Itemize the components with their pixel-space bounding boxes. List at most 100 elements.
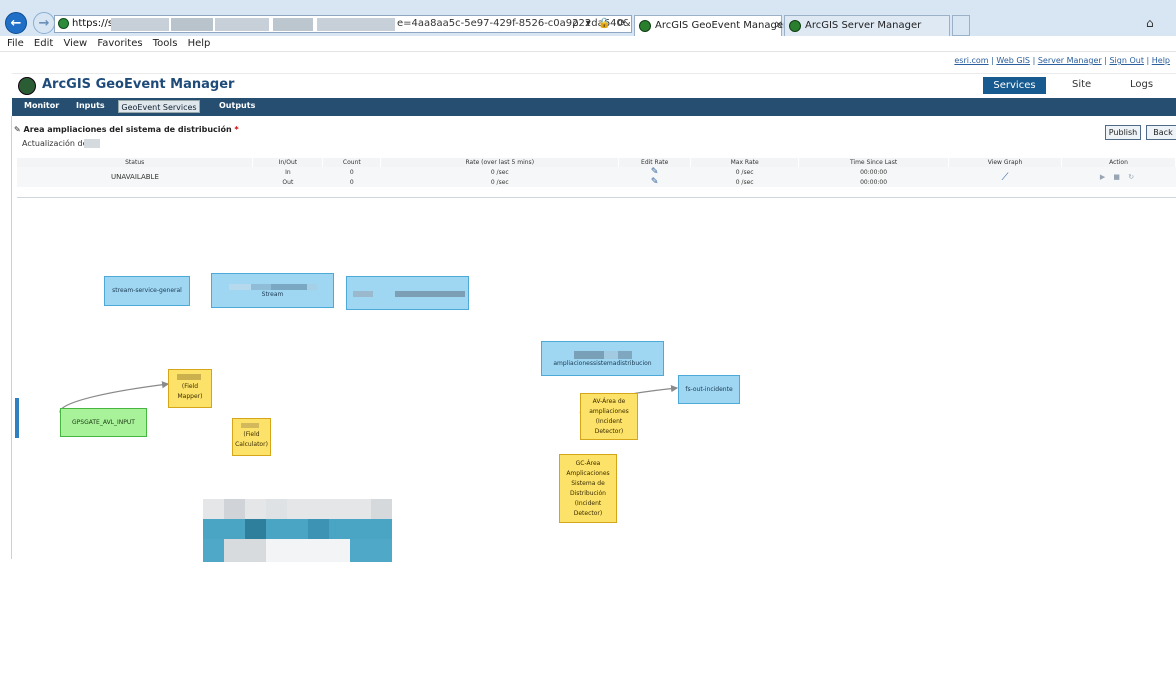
col-count: Count: [322, 158, 382, 167]
redacted-url-part: [273, 18, 313, 31]
site-globe-icon: [58, 18, 69, 29]
address-bar[interactable]: https://s e=4aa8aa5c-5e97-429f-8526-c0a9…: [54, 15, 632, 33]
link-server-manager[interactable]: Server Manager: [1038, 56, 1102, 65]
node-gc-area[interactable]: GC-Área Amplicaciones Sistema de Distrib…: [559, 454, 617, 523]
service-description: Actualización de ': [22, 139, 93, 148]
inout-cell: In: [252, 167, 323, 177]
menu-tools[interactable]: Tools: [153, 38, 178, 49]
node-label: (Field Mapper): [177, 382, 203, 400]
time-since-cell: 00:00:00: [798, 177, 949, 187]
node-stream[interactable]: Stream: [211, 273, 334, 308]
col-rate: Rate (over last 5 mins): [380, 158, 620, 167]
address-tools-icons[interactable]: ρ ▾ 🔒 ⟳: [572, 16, 628, 32]
table-divider: [17, 197, 1176, 198]
subnav-monitor[interactable]: Monitor: [24, 101, 59, 110]
nav-site[interactable]: Site: [1072, 79, 1091, 90]
node-label: Stream: [261, 290, 284, 298]
redacted-url-part: [215, 18, 269, 31]
col-max-rate: Max Rate: [690, 158, 800, 167]
node-ampliaciones[interactable]: ampliacionessistemadistribucion: [541, 341, 664, 376]
link-help[interactable]: Help: [1152, 56, 1170, 65]
service-monitor-table: Status In/Out Count Rate (over last 5 mi…: [17, 158, 1176, 187]
nav-services[interactable]: Services: [983, 77, 1046, 94]
sub-navigation: Monitor Inputs GeoEvent Services Outputs: [12, 98, 1176, 116]
node-gpsgate-avl-input[interactable]: GPSGATE_AVL_INPUT: [60, 408, 147, 437]
tab-label: ArcGIS GeoEvent Manager: [655, 20, 788, 31]
table-row: UNAVAILABLE In 0 0 /sec ✎ 0 /sec 00:00:0…: [17, 167, 1176, 187]
publish-button[interactable]: Publish: [1105, 125, 1141, 140]
menu-file[interactable]: File: [7, 38, 24, 49]
tab-server-manager[interactable]: ArcGIS Server Manager: [784, 15, 950, 36]
node-stream-service-general[interactable]: stream-service-general: [104, 276, 190, 306]
redacted-node-label: [177, 374, 201, 380]
rate-cell: 0 /sec: [380, 177, 619, 187]
arcgis-globe-icon: [789, 20, 801, 32]
redacted-url-part: [111, 18, 169, 31]
action-icons[interactable]: ▶ ■ ↻: [1061, 167, 1176, 187]
browser-menubar: File Edit View Favorites Tools Help: [0, 36, 1176, 52]
forward-arrow-icon[interactable]: →: [33, 12, 55, 34]
col-status: Status: [17, 158, 254, 167]
link-esri[interactable]: esri.com: [954, 56, 988, 65]
link-sign-out[interactable]: Sign Out: [1109, 56, 1144, 65]
redacted-description: [84, 139, 100, 148]
service-name: Area ampliaciones del sistema de distrib…: [23, 125, 232, 134]
new-tab-button[interactable]: [952, 15, 970, 36]
node-label: ampliacionessistemadistribucion: [553, 359, 652, 367]
node-label: (Field Calculator): [235, 431, 268, 448]
link-web-gis[interactable]: Web GIS: [996, 56, 1030, 65]
service-title: ✎ Area ampliaciones del sistema de distr…: [14, 125, 239, 134]
col-action: Action: [1061, 158, 1176, 167]
menu-favorites[interactable]: Favorites: [97, 38, 142, 49]
redacted-node-label: [241, 423, 259, 428]
page-left-border: [11, 116, 12, 559]
nav-logs[interactable]: Logs: [1130, 79, 1153, 90]
node-av-area[interactable]: AV-Área de ampliaciones (Incident Detect…: [580, 393, 638, 440]
redacted-node-label: [395, 291, 465, 297]
col-edit-rate: Edit Rate: [618, 158, 692, 167]
redacted-url-part: [171, 18, 213, 31]
count-cell: 0: [322, 177, 381, 187]
close-icon[interactable]: ✕: [775, 16, 783, 35]
subnav-inputs[interactable]: Inputs: [76, 101, 105, 110]
subnav-outputs[interactable]: Outputs: [219, 101, 255, 110]
edit-rate-pencil-icon[interactable]: ✎: [618, 177, 691, 187]
url-scheme: https://s: [72, 18, 114, 29]
col-view-graph: View Graph: [948, 158, 1062, 167]
node-field-mapper[interactable]: (Field Mapper): [168, 369, 212, 408]
node-fs-out-incidente[interactable]: fs-out-incidente: [678, 375, 740, 404]
top-links: esri.com | Web GIS | Server Manager | Si…: [954, 56, 1170, 65]
menu-view[interactable]: View: [63, 38, 87, 49]
tab-geoevent-manager[interactable]: ArcGIS GeoEvent Manager ✕: [634, 15, 787, 36]
side-panel-toggle[interactable]: [15, 398, 19, 438]
menu-edit[interactable]: Edit: [34, 38, 53, 49]
menu-help[interactable]: Help: [188, 38, 211, 49]
subnav-geoevent-services[interactable]: GeoEvent Services: [118, 100, 200, 113]
redacted-url-part: [317, 18, 395, 31]
col-inout: In/Out: [252, 158, 324, 167]
home-icon[interactable]: ⌂: [1146, 16, 1154, 30]
redacted-image-block: [203, 499, 392, 562]
count-cell: 0: [322, 167, 381, 177]
edit-rate-pencil-icon[interactable]: ✎: [618, 167, 691, 177]
back-arrow-icon[interactable]: ←: [5, 12, 27, 34]
col-time-since: Time Since Last: [798, 158, 950, 167]
max-rate-cell: 0 /sec: [690, 177, 799, 187]
back-button[interactable]: Back: [1146, 125, 1176, 140]
rate-cell: 0 /sec: [380, 167, 619, 177]
tab-label: ArcGIS Server Manager: [805, 20, 922, 31]
browser-toolbar: ← → https://s e=4aa8aa5c-5e97-429f-8526-…: [0, 0, 1176, 36]
inout-cell: Out: [252, 177, 323, 187]
pencil-icon[interactable]: ✎: [14, 125, 21, 134]
max-rate-cell: 0 /sec: [690, 167, 799, 177]
arcgis-globe-icon: [18, 77, 36, 95]
node-redacted-output[interactable]: [346, 276, 469, 310]
app-header: ArcGIS GeoEvent Manager Services Site Lo…: [12, 73, 1176, 97]
redacted-node-label: [353, 291, 373, 297]
status-cell: UNAVAILABLE: [17, 167, 253, 187]
redacted-node-label: [573, 350, 632, 359]
required-marker: *: [234, 125, 239, 134]
node-field-calculator[interactable]: (Field Calculator): [232, 418, 271, 456]
app-title: ArcGIS GeoEvent Manager: [42, 77, 235, 92]
graph-icon[interactable]: ⟋: [948, 167, 1062, 187]
